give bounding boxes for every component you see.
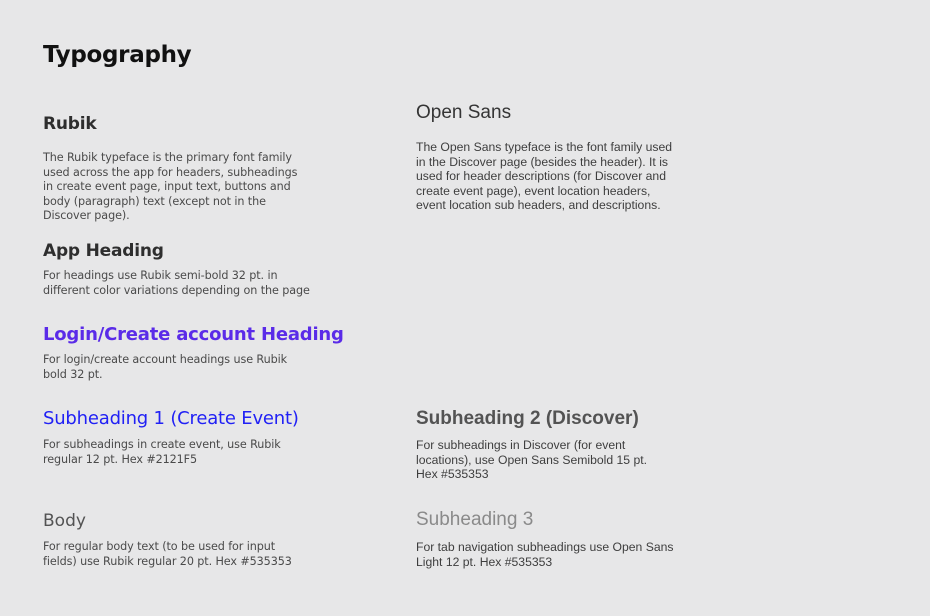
subheading-3-description-line: Light 12 pt. Hex #535353 xyxy=(416,554,553,569)
subheading-2-description-line: For subheadings in Discover (for event xyxy=(416,438,626,452)
body-description: For regular body text (to be used for in… xyxy=(43,540,363,569)
open-sans-description-line: The Open Sans typeface is the font famil… xyxy=(416,140,673,154)
subheading-3-description-line: For tab navigation subheadings use Open … xyxy=(416,540,674,554)
open-sans-description-line: create event page), event location heade… xyxy=(416,183,651,198)
open-sans-description-line: in the Discover page (besides the header… xyxy=(416,154,669,169)
subheading-1-title: Subheading 1 (Create Event) xyxy=(43,408,299,429)
app-heading-description-line: different color variations depending on … xyxy=(43,283,310,297)
body-description-line: fields) use Rubik regular 20 pt. Hex #53… xyxy=(43,554,292,568)
rubik-description-line: used across the app for headers, subhead… xyxy=(43,165,298,179)
open-sans-heading: Open Sans xyxy=(416,102,512,123)
login-heading-description-line: bold 32 pt. xyxy=(43,367,103,381)
rubik-description-line: Discover page). xyxy=(43,209,130,223)
login-heading-description: For login/create account headings use Ru… xyxy=(43,353,363,382)
subheading-1-description-line: regular 12 pt. Hex #2121F5 xyxy=(43,452,198,466)
open-sans-description-line: event location sub headers, and descript… xyxy=(416,198,661,213)
page-title: Typography xyxy=(43,42,192,68)
subheading-2-description-line: locations), use Open Sans Semibold 15 pt… xyxy=(416,452,648,467)
subheading-2-title: Subheading 2 (Discover) xyxy=(416,408,639,429)
login-heading-description-line: For login/create account headings use Ru… xyxy=(43,353,287,366)
body-title: Body xyxy=(43,511,86,531)
app-heading-title: App Heading xyxy=(43,241,164,261)
rubik-description-line: The Rubik typeface is the primary font f… xyxy=(43,151,292,164)
subheading-1-description-line: For subheadings in create event, use Rub… xyxy=(43,438,281,451)
app-heading-description: For headings use Rubik semi-bold 32 pt. … xyxy=(43,269,363,298)
rubik-heading: Rubik xyxy=(43,114,97,134)
rubik-description-line: body (paragraph) text (except not in the xyxy=(43,194,266,208)
subheading-2-description: For subheadings in Discover (for event l… xyxy=(416,438,736,482)
open-sans-description: The Open Sans typeface is the font famil… xyxy=(416,140,736,213)
rubik-description: The Rubik typeface is the primary font f… xyxy=(43,151,363,224)
body-description-line: For regular body text (to be used for in… xyxy=(43,540,276,553)
login-heading-title: Login/Create account Heading xyxy=(43,324,344,345)
app-heading-description-line: For headings use Rubik semi-bold 32 pt. … xyxy=(43,269,278,282)
rubik-description-line: in create event page, input text, button… xyxy=(43,180,291,194)
subheading-1-description: For subheadings in create event, use Rub… xyxy=(43,438,363,467)
subheading-2-description-line: Hex #535353 xyxy=(416,467,489,482)
subheading-3-title: Subheading 3 xyxy=(416,509,534,530)
subheading-3-description: For tab navigation subheadings use Open … xyxy=(416,540,736,569)
open-sans-description-line: used for header descriptions (for Discov… xyxy=(416,169,666,184)
